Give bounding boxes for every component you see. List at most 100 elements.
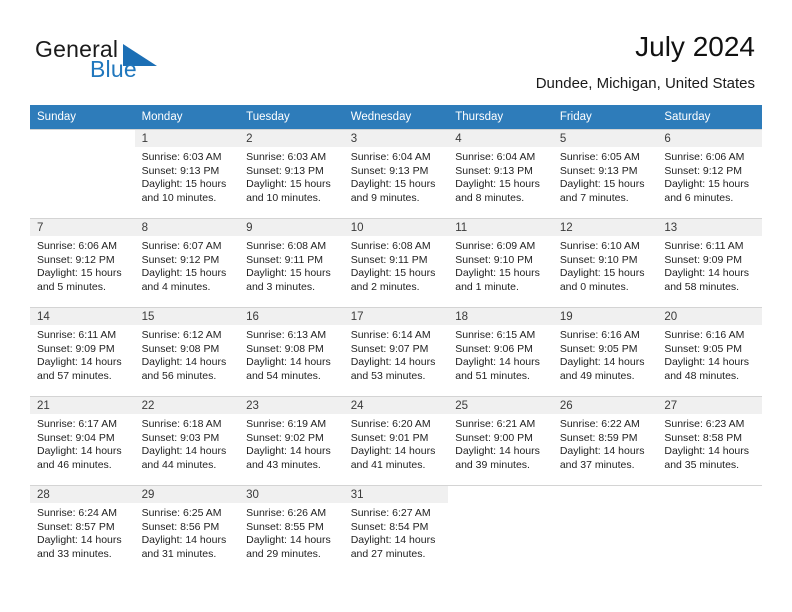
day-details: Sunrise: 6:08 AM Sunset: 9:11 PM Daylight:… — [239, 236, 344, 294]
day-number — [448, 486, 553, 503]
weekday-header-tuesday: Tuesday — [239, 105, 344, 129]
sunrise-time: Sunrise: 6:12 AM — [141, 329, 222, 341]
sunrise-time: Sunrise: 6:22 AM — [559, 418, 640, 430]
sunrise-time: Sunrise: 6:07 AM — [141, 240, 222, 252]
sunrise-time: Sunrise: 6:16 AM — [559, 329, 640, 341]
sunrise-time: Sunrise: 6:25 AM — [141, 507, 222, 519]
calendar-day-cell[interactable]: 1 Sunrise: 6:03 AM Sunset: 9:13 PM Daylight… — [134, 129, 240, 218]
day-number: 14 — [30, 308, 135, 325]
calendar-day-cell[interactable]: 25 Sunrise: 6:21 AM Sunset: 9:00 PM Dayligh… — [448, 396, 553, 485]
daylight-duration-line-1: Daylight: 14 hours — [246, 356, 331, 369]
calendar-day-cell[interactable]: 2 Sunrise: 6:03 AM Sunset: 9:13 PM Daylight… — [239, 129, 344, 218]
daylight-duration-line-2: and 1 minute. — [455, 280, 519, 293]
sunrise-time: Sunrise: 6:20 AM — [350, 418, 431, 430]
daylight-duration-line-2: and 49 minutes. — [559, 369, 635, 382]
day-details: Sunrise: 6:24 AM Sunset: 8:57 PM Daylight:… — [30, 503, 135, 561]
calendar-day-cell[interactable]: 15 Sunrise: 6:12 AM Sunset: 9:08 PM Dayligh… — [134, 307, 240, 396]
day-number: 16 — [239, 308, 344, 325]
calendar-day-cell[interactable]: 21 Sunrise: 6:17 AM Sunset: 9:04 PM Dayligh… — [30, 396, 135, 485]
daylight-duration-line-2: and 39 minutes. — [455, 458, 530, 471]
sunrise-time: Sunrise: 6:10 AM — [559, 240, 640, 252]
calendar-day-cell[interactable]: 11 Sunrise: 6:09 AM Sunset: 9:10 PM Dayligh… — [448, 218, 553, 307]
calendar-day-cell[interactable]: 29 Sunrise: 6:25 AM Sunset: 8:56 PM Dayligh… — [134, 485, 240, 574]
daylight-duration-line-1: Daylight: 15 hours — [350, 178, 436, 191]
day-number: 1 — [134, 130, 240, 147]
sunrise-time: Sunrise: 6:06 AM — [37, 240, 117, 252]
weekday-header-thursday: Thursday — [448, 105, 553, 129]
calendar-day-cell[interactable]: 22 Sunrise: 6:18 AM Sunset: 9:03 PM Dayligh… — [134, 396, 240, 485]
calendar-day-cell[interactable]: 7 Sunrise: 6:06 AM Sunset: 9:12 PM Daylight… — [30, 218, 135, 307]
calendar-day-cell[interactable]: 4 Sunrise: 6:04 AM Sunset: 9:13 PM Daylight… — [448, 129, 553, 218]
calendar-day-cell[interactable]: 31 Sunrise: 6:27 AM Sunset: 8:54 PM Dayligh… — [343, 485, 449, 574]
day-details: Sunrise: 6:15 AM Sunset: 9:06 PM Daylight:… — [448, 325, 553, 383]
day-details: Sunrise: 6:21 AM Sunset: 9:00 PM Daylight:… — [448, 414, 553, 472]
sunset-time: Sunset: 9:13 PM — [455, 164, 533, 177]
daylight-duration-line-1: Daylight: 14 hours — [37, 356, 122, 369]
day-number: 6 — [657, 130, 762, 147]
daylight-duration-line-1: Daylight: 14 hours — [350, 445, 436, 458]
sunrise-time: Sunrise: 6:26 AM — [246, 507, 327, 519]
general-blue-logo[interactable]: General Blue — [35, 36, 235, 86]
calendar-day-cell[interactable]: 5 Sunrise: 6:05 AM Sunset: 9:13 PM Daylight… — [552, 129, 658, 218]
daylight-duration-line-1: Daylight: 15 hours — [664, 178, 750, 191]
sunset-time: Sunset: 8:59 PM — [559, 431, 638, 444]
sunrise-time: Sunrise: 6:03 AM — [246, 151, 327, 163]
day-details: Sunrise: 6:03 AM Sunset: 9:13 PM Daylight:… — [135, 147, 240, 205]
calendar-day-cell[interactable]: 26 Sunrise: 6:22 AM Sunset: 8:59 PM Dayligh… — [552, 396, 658, 485]
calendar-day-cell[interactable]: 6 Sunrise: 6:06 AM Sunset: 9:12 PM Daylight… — [657, 129, 762, 218]
calendar-day-cell-empty — [657, 485, 762, 574]
calendar-day-cell[interactable]: 10 Sunrise: 6:08 AM Sunset: 9:11 PM Dayligh… — [343, 218, 449, 307]
weekday-header-saturday: Saturday — [657, 105, 762, 129]
calendar-day-cell[interactable]: 12 Sunrise: 6:10 AM Sunset: 9:10 PM Dayligh… — [552, 218, 658, 307]
calendar-week-row: 14 Sunrise: 6:11 AM Sunset: 9:09 PM Dayligh… — [30, 307, 762, 396]
day-number: 10 — [343, 219, 449, 236]
daylight-duration-line-2: and 56 minutes. — [141, 369, 217, 382]
day-details: Sunrise: 6:09 AM Sunset: 9:10 PM Daylight:… — [448, 236, 553, 294]
sunrise-time: Sunrise: 6:27 AM — [350, 507, 431, 519]
sunrise-time: Sunrise: 6:13 AM — [246, 329, 327, 341]
sunset-time: Sunset: 9:13 PM — [141, 164, 220, 177]
calendar-day-cell[interactable]: 30 Sunrise: 6:26 AM Sunset: 8:55 PM Dayligh… — [239, 485, 344, 574]
sunrise-time: Sunrise: 6:15 AM — [455, 329, 536, 341]
weekday-header-row: Sunday Monday Tuesday Wednesday Thursday… — [30, 105, 762, 129]
daylight-duration-line-1: Daylight: 15 hours — [559, 178, 645, 191]
sunset-time: Sunset: 9:11 PM — [246, 253, 323, 266]
calendar-day-cell[interactable]: 19 Sunrise: 6:16 AM Sunset: 9:05 PM Dayligh… — [552, 307, 658, 396]
daylight-duration-line-2: and 33 minutes. — [37, 547, 112, 560]
calendar-day-cell[interactable]: 16 Sunrise: 6:13 AM Sunset: 9:08 PM Dayligh… — [239, 307, 344, 396]
calendar-day-cell[interactable]: 27 Sunrise: 6:23 AM Sunset: 8:58 PM Dayligh… — [657, 396, 762, 485]
sunset-time: Sunset: 9:12 PM — [37, 253, 115, 266]
day-number: 15 — [134, 308, 240, 325]
weekday-header-friday: Friday — [552, 105, 658, 129]
day-details: Sunrise: 6:20 AM Sunset: 9:01 PM Daylight:… — [344, 414, 449, 472]
calendar-day-cell[interactable]: 24 Sunrise: 6:20 AM Sunset: 9:01 PM Dayligh… — [343, 396, 449, 485]
calendar-day-cell[interactable]: 18 Sunrise: 6:15 AM Sunset: 9:06 PM Dayligh… — [448, 307, 553, 396]
daylight-duration-line-2: and 58 minutes. — [664, 280, 740, 293]
calendar-day-cell[interactable]: 13 Sunrise: 6:11 AM Sunset: 9:09 PM Dayligh… — [657, 218, 762, 307]
calendar-week-row: 1 Sunrise: 6:03 AM Sunset: 9:13 PM Daylight… — [30, 129, 762, 218]
calendar-day-cell[interactable]: 23 Sunrise: 6:19 AM Sunset: 9:02 PM Dayligh… — [239, 396, 344, 485]
calendar-day-cell[interactable]: 9 Sunrise: 6:08 AM Sunset: 9:11 PM Daylight… — [239, 218, 344, 307]
sunset-time: Sunset: 8:57 PM — [37, 520, 115, 533]
sunrise-time: Sunrise: 6:18 AM — [141, 418, 222, 430]
day-number: 9 — [239, 219, 344, 236]
calendar-day-cell[interactable]: 14 Sunrise: 6:11 AM Sunset: 9:09 PM Dayligh… — [30, 307, 135, 396]
day-number: 29 — [134, 486, 240, 503]
day-details: Sunrise: 6:18 AM Sunset: 9:03 PM Daylight:… — [135, 414, 240, 472]
day-number: 2 — [239, 130, 344, 147]
daylight-duration-line-1: Daylight: 15 hours — [37, 267, 122, 280]
daylight-duration-line-2: and 48 minutes. — [664, 369, 740, 382]
daylight-duration-line-2: and 10 minutes. — [141, 191, 217, 204]
calendar-day-cell[interactable]: 8 Sunrise: 6:07 AM Sunset: 9:12 PM Daylight… — [134, 218, 240, 307]
day-details: Sunrise: 6:23 AM Sunset: 8:58 PM Daylight:… — [657, 414, 762, 472]
daylight-duration-line-2: and 51 minutes. — [455, 369, 530, 382]
sunrise-time: Sunrise: 6:09 AM — [455, 240, 536, 252]
calendar-day-cell[interactable]: 28 Sunrise: 6:24 AM Sunset: 8:57 PM Dayligh… — [30, 485, 135, 574]
sunrise-time: Sunrise: 6:08 AM — [246, 240, 327, 252]
sunrise-time: Sunrise: 6:06 AM — [664, 151, 745, 163]
sunset-time: Sunset: 9:12 PM — [141, 253, 220, 266]
calendar-day-cell[interactable]: 17 Sunrise: 6:14 AM Sunset: 9:07 PM Dayligh… — [343, 307, 449, 396]
calendar-day-cell[interactable]: 3 Sunrise: 6:04 AM Sunset: 9:13 PM Daylight… — [343, 129, 449, 218]
calendar-day-cell[interactable]: 20 Sunrise: 6:16 AM Sunset: 9:05 PM Dayligh… — [657, 307, 762, 396]
daylight-duration-line-1: Daylight: 14 hours — [664, 356, 750, 369]
